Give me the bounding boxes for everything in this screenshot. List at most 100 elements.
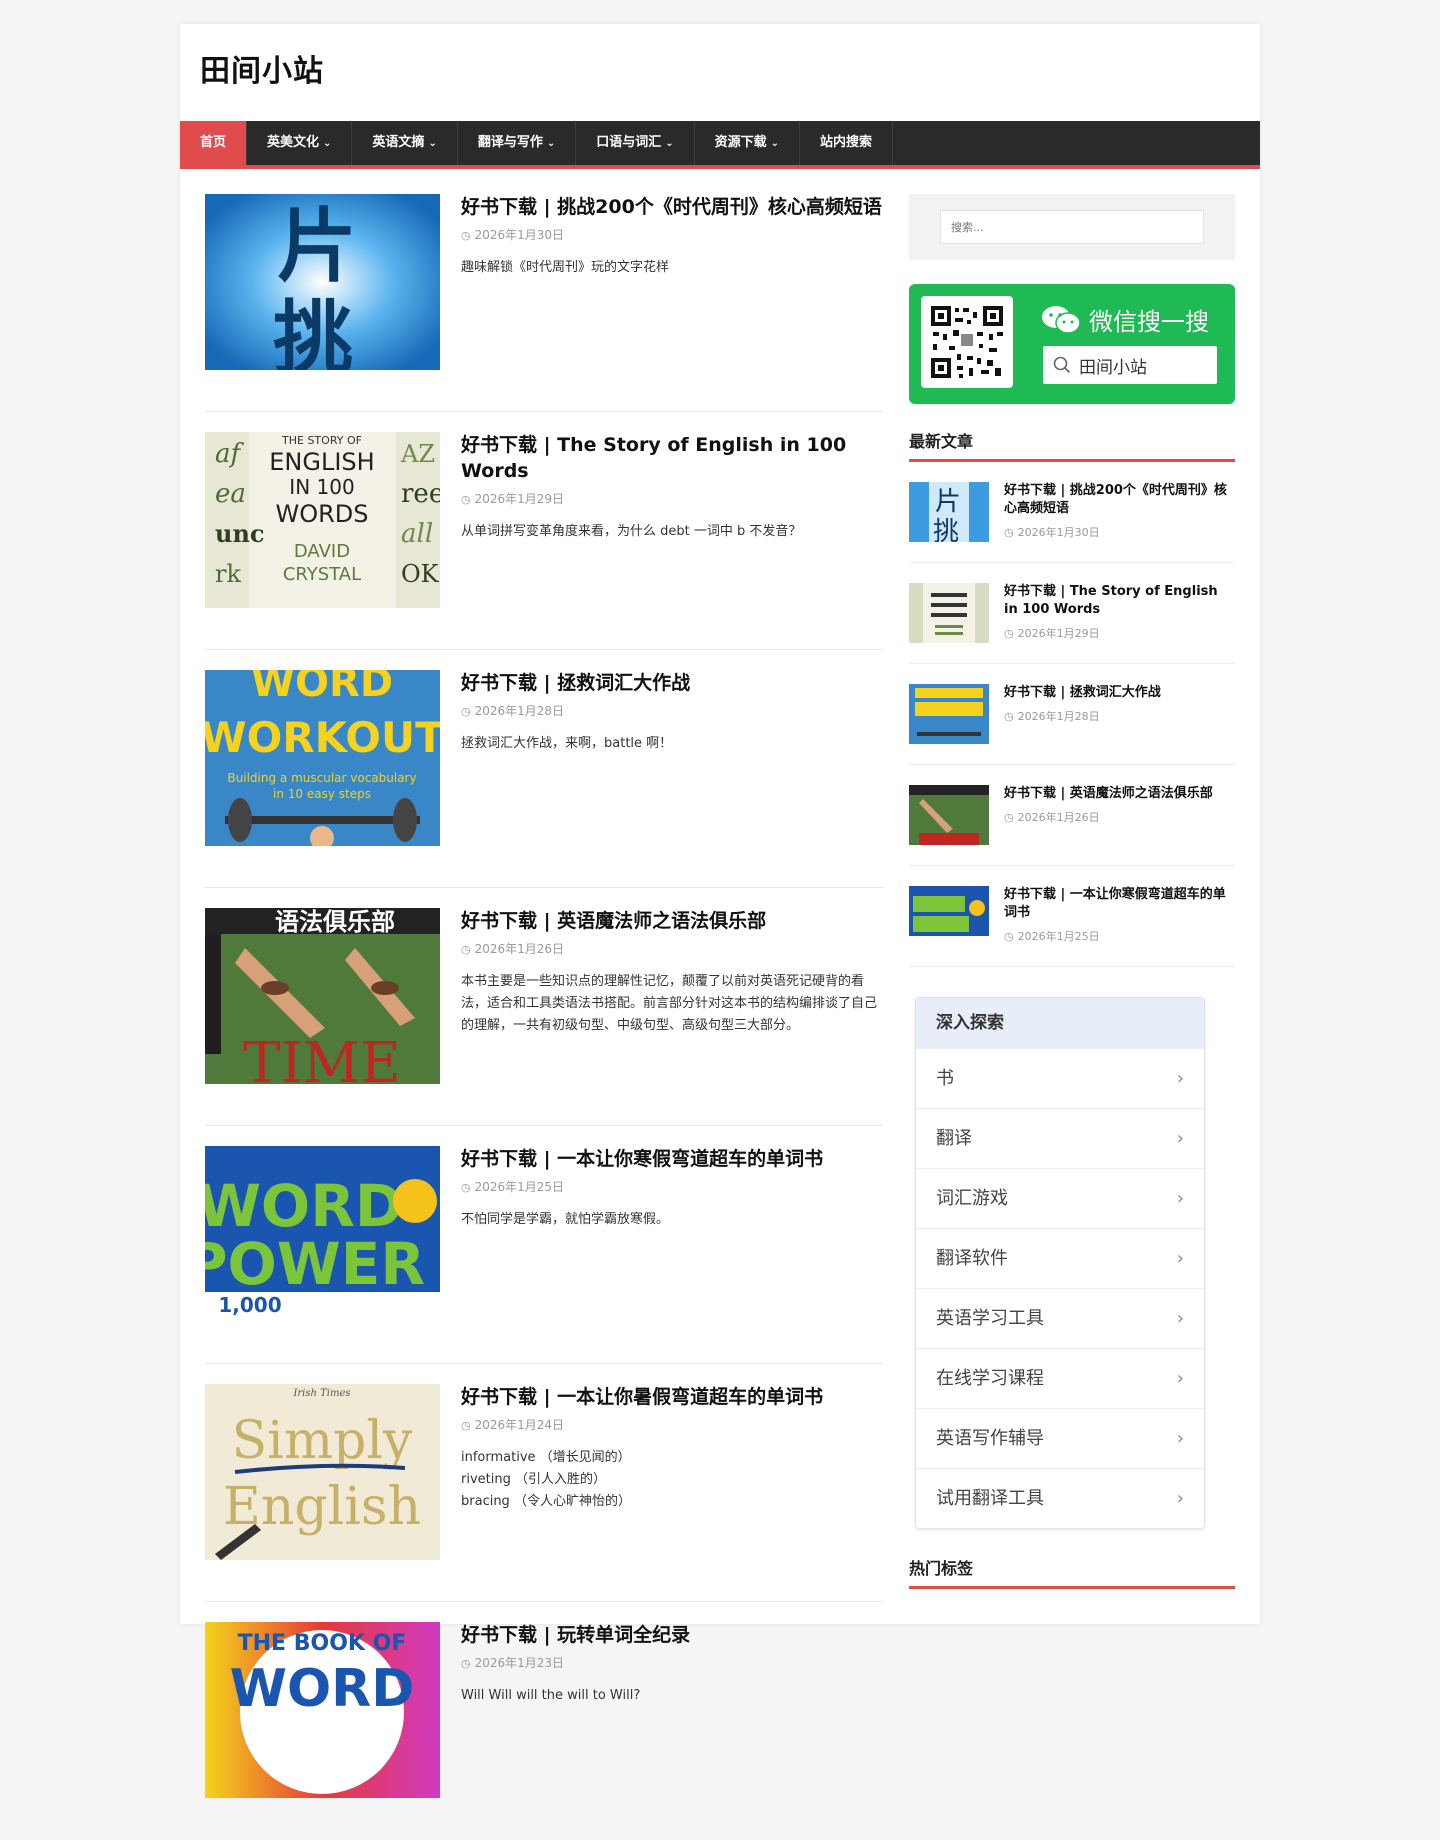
clock-icon: ◷ bbox=[1004, 526, 1014, 539]
svg-text:unc: unc bbox=[215, 519, 265, 548]
cover-text: Simply bbox=[232, 1411, 413, 1471]
explore-item[interactable]: 英语学习工具 › bbox=[916, 1288, 1204, 1348]
nav-label: 口语与词汇 bbox=[596, 135, 662, 150]
cover-text: WORD bbox=[230, 1659, 415, 1719]
article-item: WORD WORKOUT Building a muscular vocabul… bbox=[205, 670, 883, 888]
article-title[interactable]: 好书下载 | 一本让你寒假弯道超车的单词书 bbox=[461, 1146, 883, 1172]
cover-text: IN 100 bbox=[289, 475, 354, 499]
clock-icon: ◷ bbox=[461, 705, 471, 718]
wechat-title-text: 微信搜一搜 bbox=[1089, 308, 1209, 336]
explore-item[interactable]: 词汇游戏 › bbox=[916, 1168, 1204, 1228]
clock-icon: ◷ bbox=[1004, 710, 1014, 723]
nav-label: 英美文化 bbox=[267, 135, 320, 150]
article-date: ◷ 2026年1月30日 bbox=[461, 226, 883, 243]
article-title[interactable]: 好书下载 | 挑战200个《时代周刊》核心高频短语 bbox=[461, 194, 883, 220]
article-title[interactable]: 好书下载 | 英语魔法师之语法俱乐部 bbox=[461, 908, 883, 934]
cover-text: Irish Times bbox=[292, 1388, 350, 1399]
nav-label: 英语文摘 bbox=[372, 135, 425, 150]
article-title[interactable]: 好书下载 | The Story of English in 100 Words bbox=[461, 432, 883, 484]
recent-post-date: ◷ 2026年1月29日 bbox=[1004, 625, 1235, 641]
excerpt-line: Will Will will the will to Will? bbox=[461, 1688, 641, 1703]
clock-icon: ◷ bbox=[461, 1419, 471, 1432]
recent-post-title[interactable]: 好书下载 | 挑战200个《时代周刊》核心高频短语 bbox=[1004, 482, 1235, 518]
site-title[interactable]: 田间小站 bbox=[200, 46, 1240, 90]
article-thumbnail[interactable]: af ea unc rk AZ ree all OK THE STORY OF … bbox=[205, 432, 440, 608]
recent-post-thumbnail[interactable] bbox=[909, 583, 989, 643]
svg-text:af: af bbox=[215, 439, 245, 469]
clock-icon: ◷ bbox=[461, 493, 471, 506]
recent-post-thumbnail[interactable] bbox=[909, 684, 989, 744]
recent-post-item[interactable]: 片挑 好书下载 | 挑战200个《时代周刊》核心高频短语 ◷ 2026年1月30日 bbox=[909, 462, 1235, 563]
recent-post-thumbnail[interactable]: 片挑 bbox=[909, 482, 989, 542]
recent-post-item[interactable]: 好书下载 | 一本让你寒假弯道超车的单词书 ◷ 2026年1月25日 bbox=[909, 866, 1235, 967]
article-title[interactable]: 好书下载 | 一本让你暑假弯道超车的单词书 bbox=[461, 1384, 883, 1410]
nav-item-speaking[interactable]: 口语与词汇 ⌄ bbox=[576, 121, 695, 165]
article-thumbnail[interactable]: 语法俱乐部 TIME bbox=[205, 908, 440, 1084]
nav-item-translation[interactable]: 翻译与写作 ⌄ bbox=[458, 121, 577, 165]
explore-item-label: 翻译软件 bbox=[936, 1248, 1008, 1269]
explore-item-label: 词汇游戏 bbox=[936, 1188, 1008, 1209]
cover-text: TIME bbox=[243, 1031, 401, 1084]
recent-post-item[interactable]: 好书下载 | 拯救词汇大作战 ◷ 2026年1月28日 bbox=[909, 664, 1235, 765]
svg-text:ea: ea bbox=[215, 479, 246, 509]
recent-post-title[interactable]: 好书下载 | 英语魔法师之语法俱乐部 bbox=[1004, 785, 1235, 803]
recent-post-title[interactable]: 好书下载 | The Story of English in 100 Words bbox=[1004, 583, 1235, 619]
chevron-right-icon: › bbox=[1176, 1248, 1184, 1269]
explore-item[interactable]: 翻译软件 › bbox=[916, 1228, 1204, 1288]
recent-post-thumbnail[interactable] bbox=[909, 785, 989, 845]
explore-heading: 深入探索 bbox=[916, 998, 1204, 1048]
explore-item[interactable]: 试用翻译工具 › bbox=[916, 1468, 1204, 1528]
article-thumbnail[interactable]: Irish Times Simply English bbox=[205, 1384, 440, 1560]
nav-label: 翻译与写作 bbox=[477, 135, 543, 150]
date-text: 2026年1月25日 bbox=[1017, 930, 1100, 943]
main-nav: 首页 英美文化 ⌄ 英语文摘 ⌄ 翻译与写作 ⌄ 口语与词汇 ⌄ 资源下载 ⌄ 站内搜索 bbox=[180, 121, 1260, 169]
explore-item[interactable]: 英语写作辅导 › bbox=[916, 1408, 1204, 1468]
chevron-right-icon: › bbox=[1176, 1128, 1184, 1149]
recent-post-item[interactable]: 好书下载 | 英语魔法师之语法俱乐部 ◷ 2026年1月26日 bbox=[909, 765, 1235, 866]
cover-text: POWER bbox=[205, 1230, 425, 1298]
chevron-down-icon: ⌄ bbox=[546, 138, 556, 149]
explore-item[interactable]: 书 › bbox=[916, 1048, 1204, 1108]
article-thumbnail[interactable]: WORD WORKOUT Building a muscular vocabul… bbox=[205, 670, 440, 846]
article-item: WORD POWER 1,000 好书下载 | 一本让你寒假弯道超车的单词书 ◷… bbox=[205, 1146, 883, 1364]
date-text: 2026年1月23日 bbox=[474, 1656, 565, 1670]
wechat-search-field[interactable]: 田间小站 bbox=[1043, 346, 1217, 384]
article-excerpt: Will Will will the will to Will? bbox=[461, 1685, 883, 1707]
article-excerpt: 本书主要是一些知识点的理解性记忆，颠覆了以前对英语死记硬背的看法，适合和工具类语… bbox=[461, 971, 883, 1037]
nav-item-culture[interactable]: 英美文化 ⌄ bbox=[247, 121, 353, 165]
article-title[interactable]: 好书下载 | 玩转单词全纪录 bbox=[461, 1622, 883, 1648]
article-thumbnail[interactable]: THE BOOK OF WORD bbox=[205, 1622, 440, 1798]
article-thumbnail[interactable]: WORD POWER 1,000 bbox=[205, 1146, 440, 1322]
cover-text: WORKOUT bbox=[205, 713, 440, 762]
recent-post-thumbnail[interactable] bbox=[909, 886, 989, 946]
article-title[interactable]: 好书下载 | 拯救词汇大作战 bbox=[461, 670, 883, 696]
article-thumbnail[interactable]: 片 挑 bbox=[205, 194, 440, 370]
recent-post-item[interactable]: 好书下载 | The Story of English in 100 Words… bbox=[909, 563, 1235, 664]
nav-label: 首页 bbox=[200, 135, 227, 150]
cover-text: DAVID bbox=[294, 541, 350, 562]
excerpt-line: 从单词拼写变革角度来看，为什么 debt 一词中 b 不发音？ bbox=[461, 524, 802, 539]
date-text: 2026年1月26日 bbox=[474, 942, 565, 956]
date-text: 2026年1月25日 bbox=[474, 1180, 565, 1194]
nav-item-site-search[interactable]: 站内搜索 bbox=[800, 121, 894, 165]
recent-post-title[interactable]: 好书下载 | 拯救词汇大作战 bbox=[1004, 684, 1235, 702]
nav-item-digest[interactable]: 英语文摘 ⌄ bbox=[352, 121, 458, 165]
explore-item[interactable]: 在线学习课程 › bbox=[916, 1348, 1204, 1408]
excerpt-line: 拯救词汇大作战，来啊，battle 啊！ bbox=[461, 736, 673, 751]
clock-icon: ◷ bbox=[1004, 930, 1014, 943]
wechat-search-banner[interactable]: 微信搜一搜 田间小站 bbox=[909, 284, 1235, 404]
svg-text:挑: 挑 bbox=[273, 291, 353, 370]
article-date: ◷ 2026年1月29日 bbox=[461, 490, 883, 507]
nav-item-downloads[interactable]: 资源下载 ⌄ bbox=[695, 121, 801, 165]
clock-icon: ◷ bbox=[461, 1181, 471, 1194]
recent-post-title[interactable]: 好书下载 | 一本让你寒假弯道超车的单词书 bbox=[1004, 886, 1235, 922]
nav-item-home[interactable]: 首页 bbox=[180, 121, 248, 165]
article-date: ◷ 2026年1月28日 bbox=[461, 702, 883, 719]
search-input[interactable] bbox=[940, 210, 1204, 244]
svg-text:all: all bbox=[401, 519, 433, 549]
chevron-down-icon: ⌄ bbox=[665, 138, 674, 149]
explore-item[interactable]: 翻译 › bbox=[916, 1108, 1204, 1168]
hot-tags-heading: 热门标签 bbox=[909, 1555, 1235, 1589]
article-excerpt: 不怕同学是学霸，就怕学霸放寒假。 bbox=[461, 1209, 883, 1231]
qr-code-icon bbox=[921, 296, 1013, 388]
